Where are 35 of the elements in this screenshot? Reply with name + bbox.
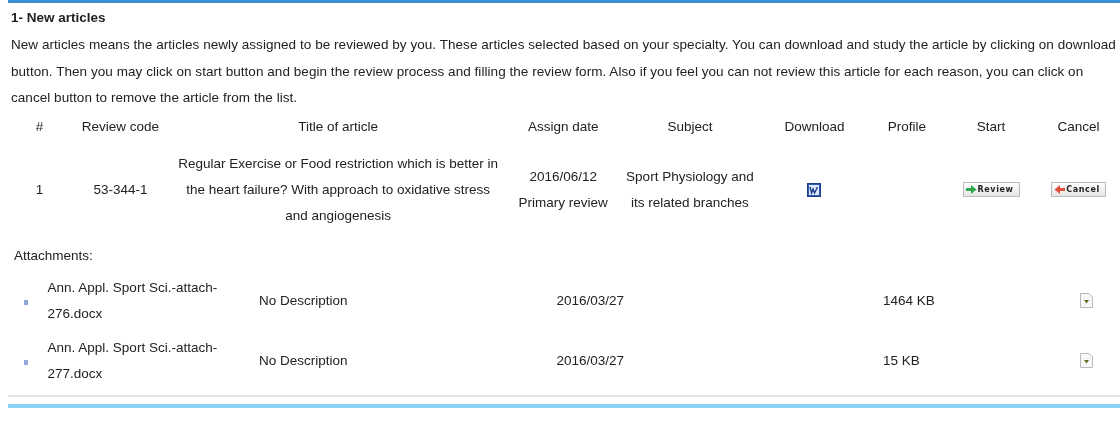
attachment-size: 15 KB (882, 352, 920, 368)
section-description: New articles means the articles newly assigned to be reviewed by you. These articles selected based on your specialty. You can download and study the article by clicking on download button. Then you may click on start button and begin the review process and filling the review form. Also if you feel you can not review this article for each reason, you can click on cancel button to remove the article from the list. (10, 36, 1117, 107)
review-button[interactable]: Review (962, 181, 1020, 197)
table-cell-text: 1 (34, 180, 45, 199)
column-header: Subject (666, 118, 714, 136)
attachment-size: 1464 KB (882, 292, 935, 308)
word-document-icon[interactable] (807, 182, 822, 197)
table-cell-text: 2016/06/12 (528, 167, 598, 186)
arrow-icon (1054, 184, 1066, 194)
column-header: Review code (80, 118, 161, 136)
attachments-label: Attachments: (14, 247, 93, 263)
section-heading: 1- New articles (10, 9, 107, 27)
attachment-date: 2016/03/27 (556, 292, 625, 308)
file-download-icon[interactable] (1079, 293, 1093, 309)
attachment-description: No Description (259, 292, 348, 308)
file-download-icon[interactable] (1079, 353, 1093, 369)
table-cell-text: 53-344-1 (92, 180, 149, 199)
column-header: Download (783, 118, 846, 136)
table-cell-text: Sport Physiology and its related branches (625, 167, 755, 212)
attachment-description: No Description (259, 352, 348, 368)
column-header: Title of article (297, 118, 379, 136)
article-title: Regular Exercise or Food restriction which is better in the heart failure? With approach to oxidative stress and angiogenesis (177, 154, 499, 225)
table-cell-text: Primary review (517, 193, 609, 212)
attachment-date: 2016/03/27 (556, 352, 625, 368)
column-header: Start (975, 118, 1007, 136)
column-header: Profile (886, 118, 928, 136)
attachment-link[interactable]: Ann. Appl. Sport Sci.-attach-277.docx (47, 334, 233, 387)
column-header: Assign date (526, 118, 600, 136)
cancel-button[interactable]: Cancel (1051, 181, 1106, 197)
bullet-icon (23, 299, 28, 305)
column-header: Cancel (1056, 118, 1101, 136)
arrow-icon (965, 184, 977, 194)
attachment-link[interactable]: Ann. Appl. Sport Sci.-attach-276.docx (47, 274, 233, 327)
column-header: # (34, 118, 45, 136)
bullet-icon (23, 359, 28, 365)
